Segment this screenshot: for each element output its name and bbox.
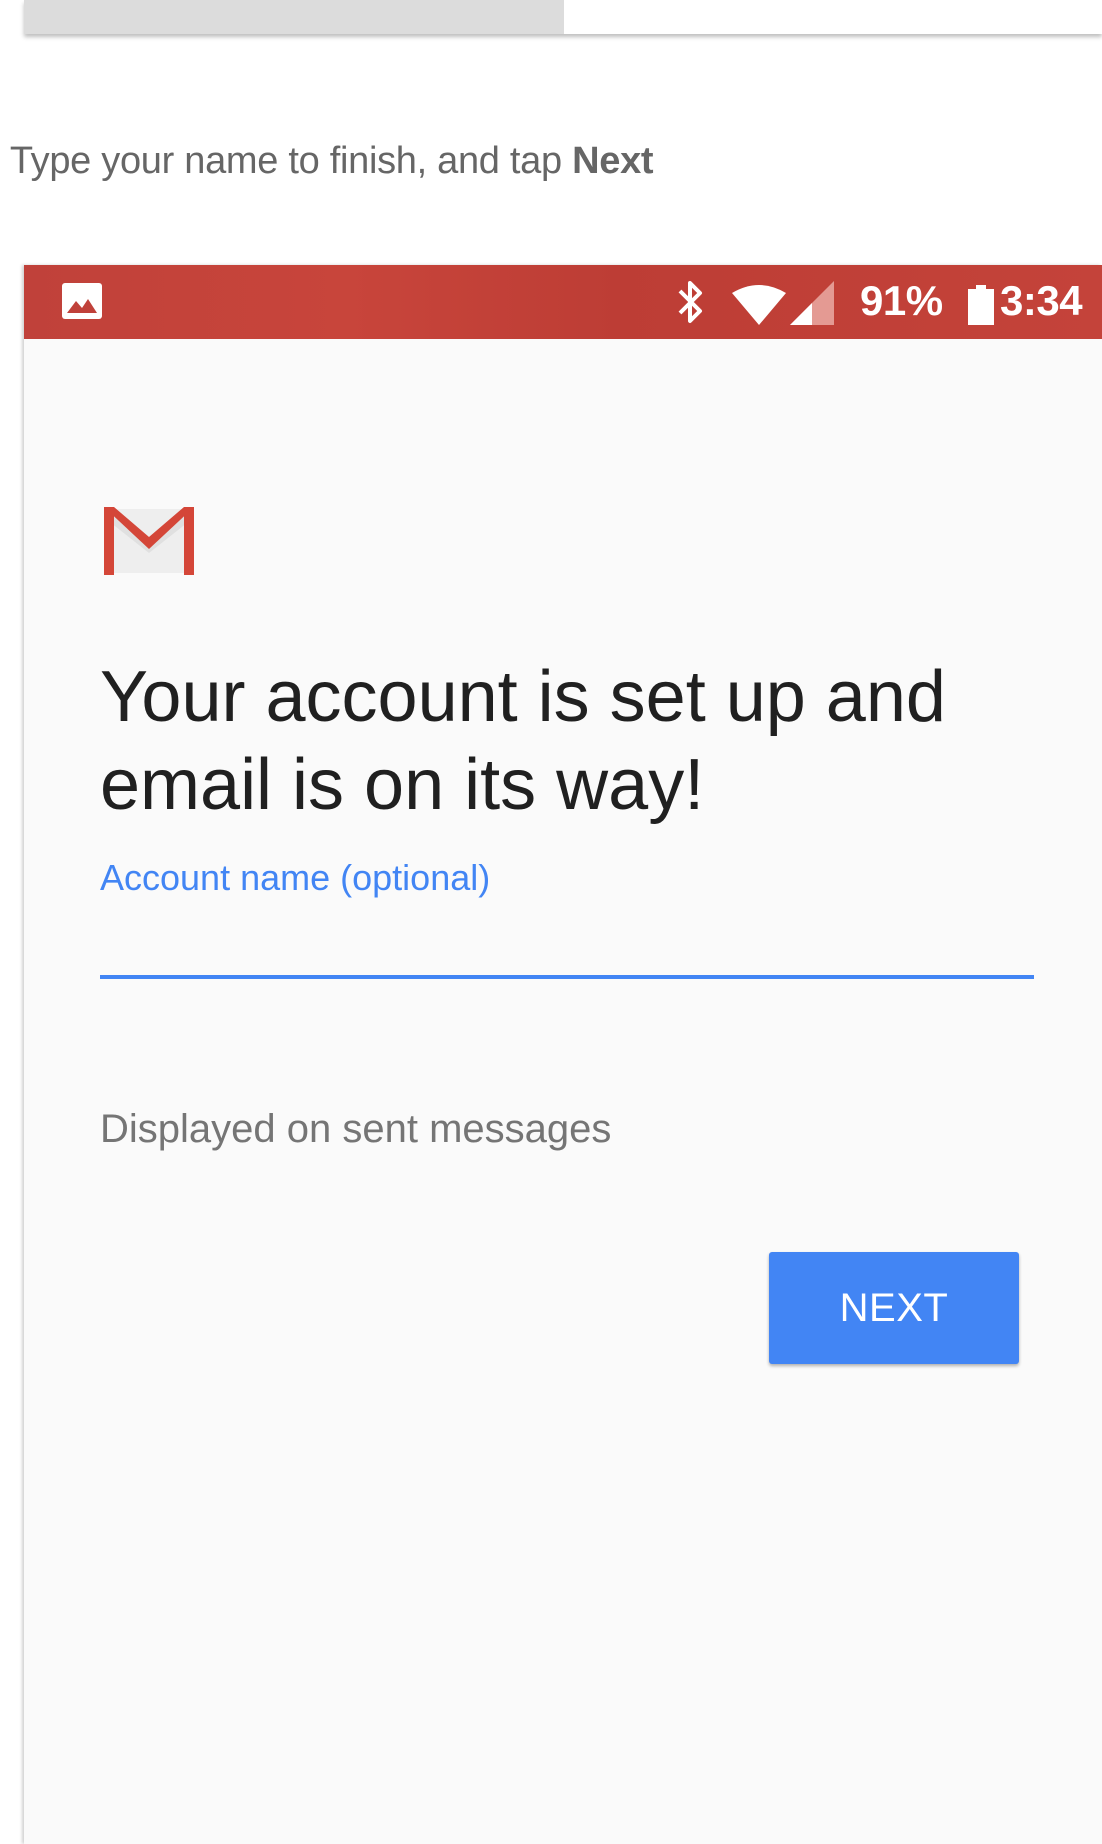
bluetooth-icon <box>678 281 702 323</box>
gmail-logo <box>104 507 194 575</box>
previous-screenshot-gray-area <box>24 0 564 34</box>
phone-screen: 91% 3:34 Your account is set up and emai… <box>24 265 1102 1844</box>
next-button[interactable]: NEXT <box>769 1252 1019 1364</box>
instruction-emphasis: Next <box>572 140 654 182</box>
page-headline: Your account is set up and email is on i… <box>100 657 946 825</box>
instruction-step: . Type your name to finish, and tap Next <box>0 140 654 183</box>
gallery-icon <box>62 283 102 319</box>
battery-icon <box>968 285 994 325</box>
status-clock: 3:34 <box>1000 277 1083 324</box>
instruction-text: . Type your name to finish, and tap <box>0 140 573 182</box>
previous-screenshot-edge <box>24 0 1102 34</box>
account-name-input[interactable] <box>100 905 1034 979</box>
status-bar: 91% 3:34 <box>24 265 1102 339</box>
account-name-label: Account name (optional) <box>100 857 491 898</box>
signal-icon <box>790 281 834 325</box>
battery-percent: 91% <box>860 277 943 324</box>
account-name-helper-text: Displayed on sent messages <box>100 1107 612 1151</box>
wifi-icon <box>732 285 786 325</box>
